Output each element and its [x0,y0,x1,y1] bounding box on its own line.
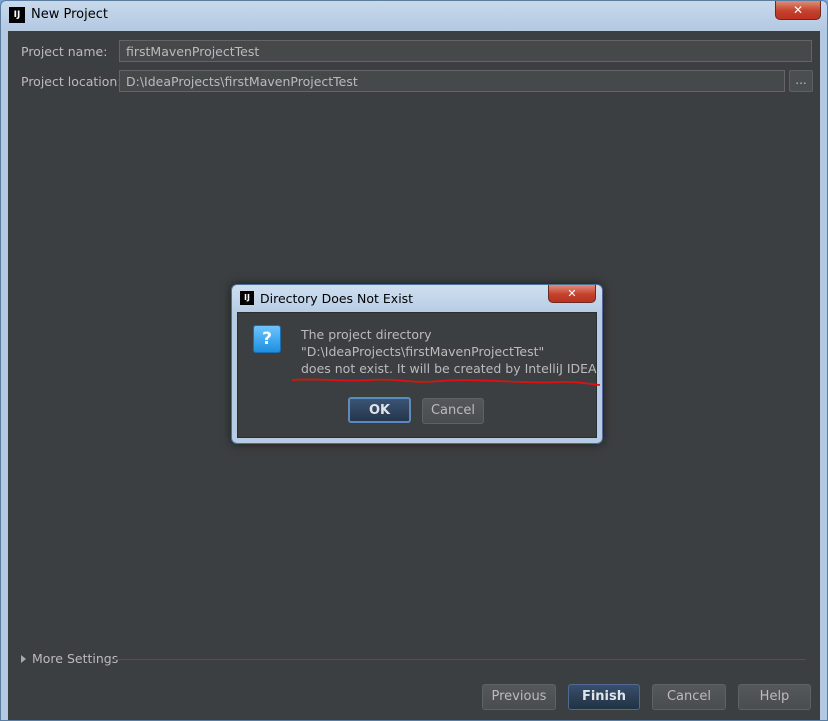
previous-button[interactable]: Previous [482,684,556,710]
question-icon: ? [253,325,281,353]
dialog-close-button[interactable]: ✕ [548,285,596,303]
dialog-ok-button[interactable]: OK [348,397,411,423]
intellij-app-icon: IJ [9,7,25,23]
intellij-dialog-icon: IJ [240,291,254,305]
more-settings-label: More Settings [32,651,119,666]
project-name-field[interactable]: firstMavenProjectTest [119,40,812,62]
dialog-cancel-button[interactable]: Cancel [422,398,484,424]
cancel-button[interactable]: Cancel [652,684,726,710]
more-settings-toggle[interactable]: More Settings [21,651,118,666]
window-titlebar[interactable]: IJ New Project ✕ [1,1,827,31]
dialog-message-line-3: does not exist. It will be created by In… [301,361,601,376]
more-settings-divider [113,659,806,660]
directory-does-not-exist-dialog: IJ Directory Does Not Exist ✕ ? The proj… [231,284,603,444]
window-title: New Project [31,7,108,22]
project-location-field[interactable]: D:\IdeaProjects\firstMavenProjectTest [119,70,785,92]
project-name-label: Project name: [21,44,108,59]
browse-location-button[interactable]: ... [789,70,813,92]
dialog-title: Directory Does Not Exist [260,291,414,306]
finish-button[interactable]: Finish [568,684,640,710]
window-close-button[interactable]: ✕ [775,1,821,20]
project-location-label: Project location: [21,74,122,89]
dialog-message-line-1: The project directory [301,327,432,342]
dialog-content: ? The project directory "D:\IdeaProjects… [237,312,601,438]
help-button[interactable]: Help [738,684,811,710]
expand-triangle-icon [21,655,26,663]
dialog-message-line-2: "D:\IdeaProjects\firstMavenProjectTest" [301,344,545,359]
